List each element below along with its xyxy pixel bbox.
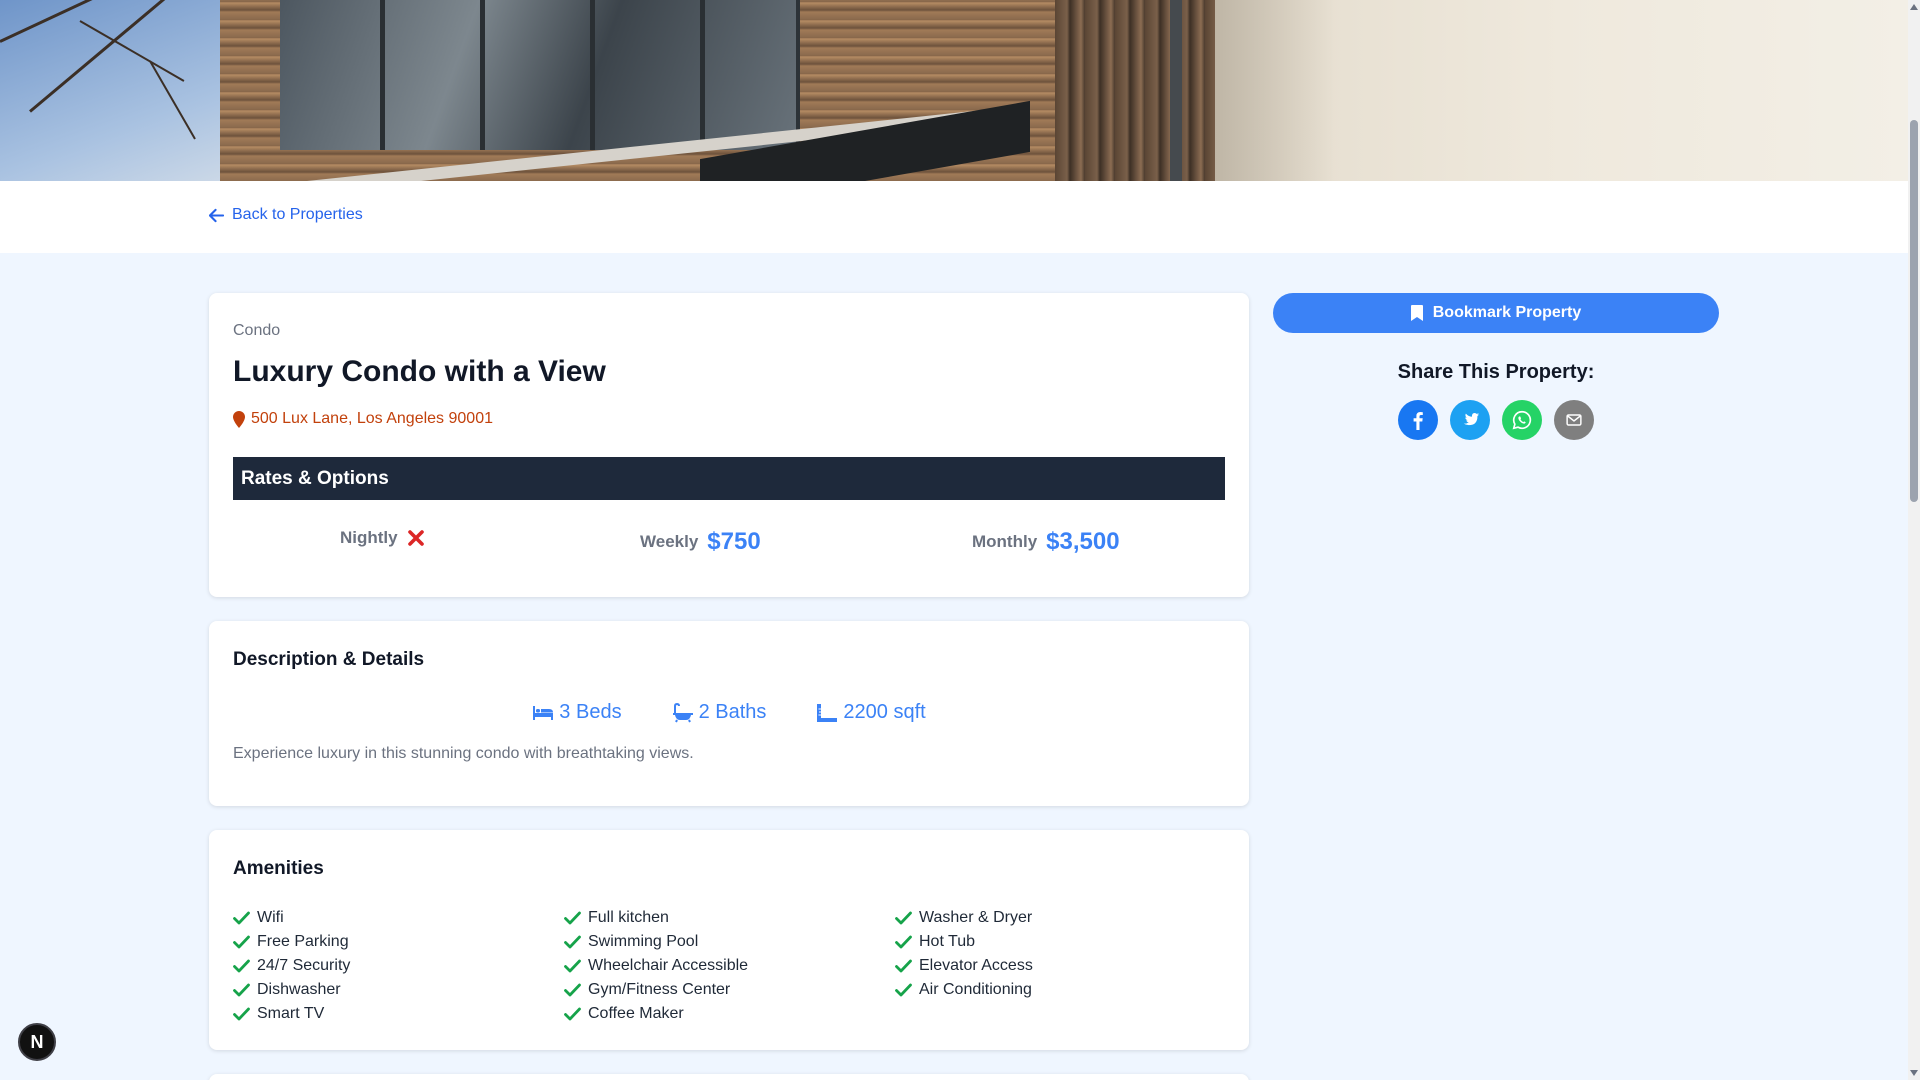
- property-type: Condo: [233, 322, 281, 339]
- whatsapp-icon: [1512, 410, 1532, 430]
- check-icon: [895, 983, 912, 997]
- check-icon: [564, 959, 581, 973]
- amenity-item: Air Conditioning: [895, 978, 1226, 1002]
- facebook-icon: [1413, 412, 1423, 430]
- address-text: 500 Lux Lane, Los Angeles 90001: [251, 410, 493, 427]
- property-stats: 3 Beds 2 Baths 2200 sqft: [209, 701, 1249, 724]
- beds-text: 3 Beds: [559, 701, 622, 723]
- check-icon: [564, 935, 581, 949]
- amenity-label: Smart TV: [257, 1005, 325, 1022]
- check-icon: [233, 935, 250, 949]
- amenity-item: Gym/Fitness Center: [564, 978, 895, 1002]
- sidebar: Bookmark Property Share This Property:: [1273, 293, 1719, 440]
- back-link-label: Back to Properties: [232, 206, 363, 223]
- next-card: [209, 1074, 1249, 1080]
- rate-label: Nightly: [340, 528, 398, 547]
- amenity-item: Coffee Maker: [564, 1002, 895, 1026]
- check-icon: [895, 959, 912, 973]
- rate-label: Weekly: [640, 532, 699, 551]
- map-pin-icon: [233, 410, 245, 428]
- rate-value: $750: [707, 528, 761, 555]
- rate-weekly: Weekly $750: [640, 528, 761, 556]
- amenity-label: Wifi: [257, 909, 284, 926]
- rate-nightly: Nightly: [340, 528, 425, 548]
- amenity-label: Dishwasher: [257, 981, 341, 998]
- rate-label: Monthly: [972, 532, 1038, 551]
- scroll-up-arrow-icon[interactable]: [1910, 4, 1918, 10]
- property-hero-image: [0, 0, 1908, 181]
- description-text: Experience luxury in this stunning condo…: [233, 745, 694, 762]
- rates-header: Rates & Options: [233, 457, 1225, 500]
- amenity-label: Hot Tub: [919, 933, 976, 950]
- property-info-card: Condo Luxury Condo with a View 500 Lux L…: [209, 293, 1249, 597]
- check-icon: [233, 959, 250, 973]
- share-email-button[interactable]: [1554, 400, 1594, 440]
- amenity-item: Full kitchen: [564, 906, 895, 930]
- description-title: Description & Details: [233, 649, 425, 670]
- bookmark-icon: [1410, 305, 1423, 321]
- amenity-item: Elevator Access: [895, 954, 1226, 978]
- bath-icon: [672, 702, 693, 722]
- check-icon: [233, 911, 250, 925]
- amenity-item: Wheelchair Accessible: [564, 954, 895, 978]
- amenity-item: Dishwasher: [233, 978, 564, 1002]
- baths-stat: 2 Baths: [672, 701, 767, 724]
- scroll-thumb[interactable]: [1910, 120, 1918, 502]
- amenity-item: Smart TV: [233, 1002, 564, 1026]
- check-icon: [564, 911, 581, 925]
- amenity-label: Coffee Maker: [588, 1005, 684, 1022]
- amenity-label: Swimming Pool: [588, 933, 699, 950]
- property-title: Luxury Condo with a View: [233, 355, 606, 388]
- amenity-label: Washer & Dryer: [919, 909, 1033, 926]
- amenity-label: 24/7 Security: [257, 957, 351, 974]
- check-icon: [895, 911, 912, 925]
- bookmark-property-button[interactable]: Bookmark Property: [1273, 293, 1719, 333]
- unavailable-x-icon: [407, 530, 424, 546]
- description-card: Description & Details 3 Beds 2 Baths 220…: [209, 621, 1249, 806]
- ruler-icon: [817, 703, 838, 722]
- amenity-item: Wifi: [233, 906, 564, 930]
- amenities-title: Amenities: [233, 858, 324, 879]
- check-icon: [564, 1007, 581, 1021]
- amenity-item: 24/7 Security: [233, 954, 564, 978]
- twitter-icon: [1463, 412, 1480, 426]
- amenity-item: Free Parking: [233, 930, 564, 954]
- check-icon: [233, 1007, 250, 1021]
- share-buttons: [1273, 400, 1719, 440]
- rate-monthly: Monthly $3,500: [972, 528, 1120, 556]
- scroll-down-arrow-icon[interactable]: [1910, 1070, 1918, 1076]
- amenity-label: Air Conditioning: [919, 981, 1032, 998]
- check-icon: [895, 935, 912, 949]
- amenity-item: Swimming Pool: [564, 930, 895, 954]
- amenity-label: Gym/Fitness Center: [588, 981, 731, 998]
- rate-value: $3,500: [1046, 528, 1120, 555]
- baths-text: 2 Baths: [698, 701, 767, 723]
- check-icon: [564, 983, 581, 997]
- amenity-item: Hot Tub: [895, 930, 1226, 954]
- amenity-item: Washer & Dryer: [895, 906, 1226, 930]
- share-whatsapp-button[interactable]: [1502, 400, 1542, 440]
- share-twitter-button[interactable]: [1450, 400, 1490, 440]
- amenity-label: Elevator Access: [919, 957, 1033, 974]
- amenity-label: Free Parking: [257, 933, 349, 950]
- share-facebook-button[interactable]: [1398, 400, 1438, 440]
- amenity-label: Wheelchair Accessible: [588, 957, 749, 974]
- share-title: Share This Property:: [1397, 361, 1595, 383]
- sqft-stat: 2200 sqft: [816, 701, 926, 724]
- sqft-text: 2200 sqft: [843, 701, 926, 723]
- amenities-list: Wifi Free Parking 24/7 Security Dishwasher S…: [233, 906, 1233, 1026]
- nextjs-dev-badge[interactable]: N: [18, 1023, 56, 1061]
- back-to-properties-link[interactable]: Back to Properties: [209, 206, 363, 224]
- bed-icon: [533, 705, 554, 720]
- arrow-left-icon: [209, 208, 224, 222]
- beds-stat: 3 Beds: [532, 701, 622, 724]
- page-scrollbar[interactable]: [1908, 0, 1920, 1080]
- bookmark-label: Bookmark Property: [1432, 304, 1582, 321]
- amenities-card: Amenities Wifi Free Parking 24/7 Security D…: [209, 830, 1249, 1050]
- check-icon: [233, 983, 250, 997]
- amenity-label: Full kitchen: [588, 909, 669, 926]
- property-address: 500 Lux Lane, Los Angeles 90001: [233, 410, 493, 428]
- email-icon: [1566, 414, 1582, 426]
